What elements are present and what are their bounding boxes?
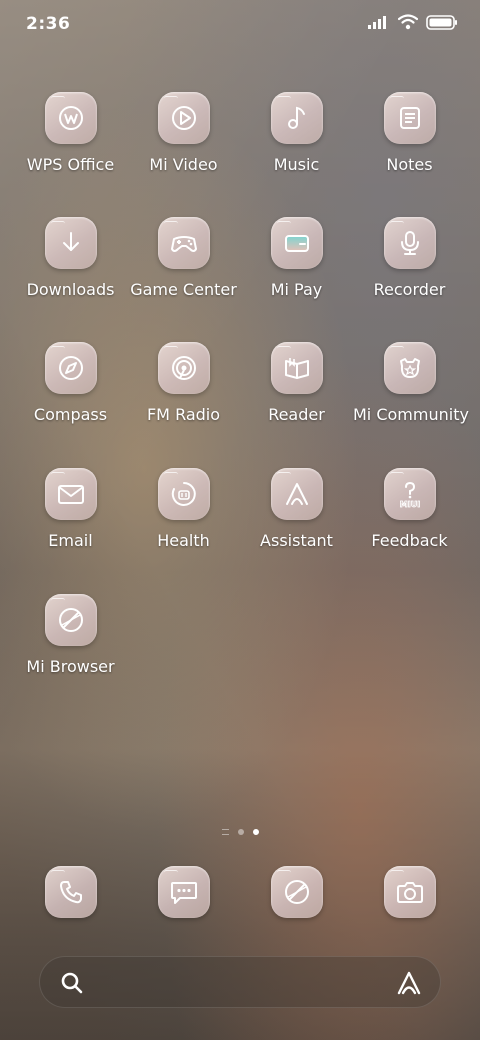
app-downloads[interactable]: Downloads [14,217,127,299]
app-reader[interactable]: Reader [240,342,353,424]
wallet-icon [284,235,309,252]
browser-icon [58,608,83,632]
app-compass[interactable]: Compass [14,342,127,424]
page-dot[interactable] [237,829,244,835]
app-label: Compass [33,405,108,424]
play-icon [171,106,196,130]
camera-icon [396,882,423,903]
dock-camera[interactable] [353,866,466,918]
app-label: Mi Community [353,405,469,424]
download-icon [62,232,79,251]
microphone-icon [400,231,419,255]
app-label: Mi Pay [270,280,323,299]
app-label: Mi Video [149,155,218,174]
app-email[interactable]: Email [14,468,127,550]
app-label: Health [157,531,210,550]
app-label: Reader [268,405,325,424]
gamepad-icon [170,236,197,252]
feedback-icon: MIUI [399,481,420,509]
browser-icon [284,880,309,904]
page-dot-feed[interactable] [221,829,229,835]
status-bar: 2:36 [0,0,480,50]
assistant-icon[interactable] [396,970,422,996]
app-label: Game Center [130,280,237,299]
app-label: Email [48,531,93,550]
app-label: Recorder [373,280,446,299]
app-label: Music [273,155,320,174]
health-icon [171,482,196,506]
message-icon [170,882,197,904]
envelope-icon [57,485,84,504]
compass-icon [58,356,83,380]
page-dot-current[interactable] [252,829,259,835]
app-fm-radio[interactable]: FM Radio [127,342,240,424]
app-mi-browser[interactable]: Mi Browser [14,594,127,676]
svg-text:MIUI: MIUI [399,500,419,509]
music-note-icon [287,106,305,129]
assistant-icon [285,483,308,505]
app-recorder[interactable]: Recorder [353,217,466,299]
app-feedback[interactable]: MIUI Feedback [353,468,466,550]
app-label: Notes [386,155,433,174]
battery-icon [426,14,457,30]
app-label: FM Radio [146,405,221,424]
app-mi-community[interactable]: Mi Community [353,342,469,424]
app-wps-office[interactable]: WPS Office [14,92,127,174]
wifi-icon [398,14,418,30]
dock-phone[interactable] [14,866,127,918]
page-indicator[interactable] [0,829,480,835]
status-icons [368,14,458,30]
app-notes[interactable]: Notes [353,92,466,174]
app-assistant[interactable]: Assistant [240,468,353,550]
app-label: Feedback [371,531,448,550]
wps-office-icon [58,106,83,130]
notes-icon [399,107,420,129]
app-mi-video[interactable]: Mi Video [127,92,240,174]
clock: 2:36 [26,14,71,34]
book-icon [284,358,309,379]
app-health[interactable]: Health [127,468,240,550]
app-music[interactable]: Music [240,92,353,174]
search-bar[interactable] [39,956,441,1008]
signal-icon [368,16,386,29]
dock-messages[interactable] [127,866,240,918]
phone-icon [59,881,82,904]
radio-icon [171,356,196,380]
app-label: Assistant [260,531,333,550]
community-icon [399,358,420,378]
app-label: WPS Office [26,155,115,174]
search-icon[interactable] [60,971,84,995]
app-label: Mi Browser [26,657,115,676]
app-game-center[interactable]: Game Center [127,217,240,299]
app-label: Downloads [26,280,115,299]
dock-browser[interactable] [240,866,353,918]
app-mi-pay[interactable]: Mi Pay [240,217,353,299]
